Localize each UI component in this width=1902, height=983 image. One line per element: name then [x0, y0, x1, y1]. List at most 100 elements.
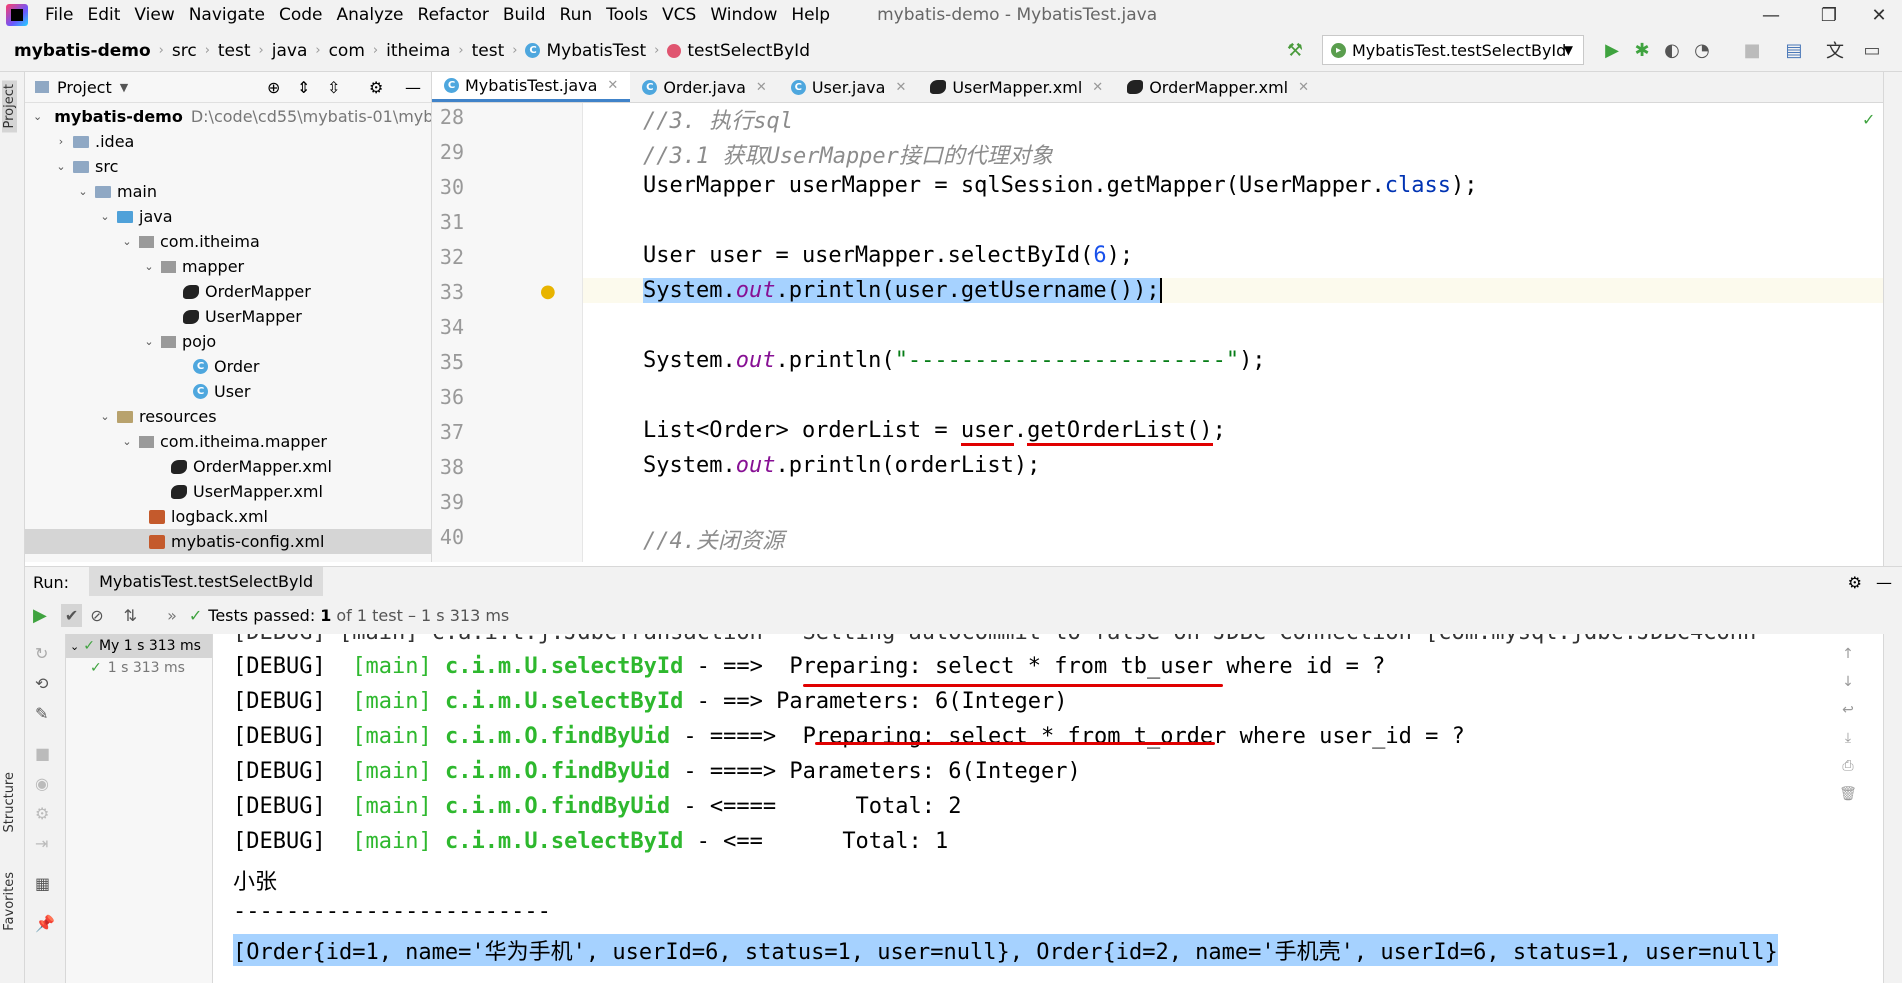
chevron-down-icon[interactable]: ⌄	[121, 435, 133, 448]
profile-icon[interactable]: ◔	[1692, 40, 1712, 61]
tab-mybatistest-java[interactable]: C MybatisTest.java ✕	[432, 72, 631, 102]
menu-window[interactable]: Window	[703, 5, 784, 25]
close-window-icon[interactable]: ✕	[1856, 0, 1902, 30]
tree-item-idea[interactable]: › .idea	[25, 129, 431, 154]
tree-item-resources[interactable]: ⌄ resources	[25, 404, 431, 429]
breadcrumb-test[interactable]: test	[214, 41, 255, 61]
menu-tools[interactable]: Tools	[599, 5, 655, 25]
gear-icon[interactable]: ⚙	[1848, 573, 1862, 592]
run-configuration-select[interactable]: ▸ MybatisTest.testSelectById ▼	[1322, 35, 1584, 65]
menu-help[interactable]: Help	[784, 5, 837, 25]
project-structure-icon[interactable]: ▤	[1784, 40, 1804, 61]
tab-order-java[interactable]: C Order.java ✕	[630, 72, 779, 102]
breadcrumb-java[interactable]: java	[268, 41, 312, 61]
sort-icon[interactable]: ⇅	[124, 606, 137, 625]
breadcrumb-project[interactable]: mybatis-demo	[0, 41, 155, 61]
camera-icon[interactable]: ◉	[35, 774, 49, 793]
chevron-down-icon[interactable]: ⌄	[55, 160, 67, 173]
breadcrumb-src[interactable]: src	[168, 41, 201, 61]
close-icon[interactable]: ✕	[607, 78, 618, 93]
close-icon[interactable]: ✕	[756, 80, 767, 95]
tree-item-ordermapper-xml[interactable]: OrderMapper.xml	[25, 454, 431, 479]
chevron-down-icon[interactable]: ⌄	[143, 335, 155, 348]
stop-icon[interactable]: ■	[35, 744, 50, 763]
show-passed-icon[interactable]: ✔	[60, 603, 83, 627]
menu-file[interactable]: File	[38, 5, 80, 25]
breadcrumb-class[interactable]: C MybatisTest	[521, 41, 650, 61]
soft-wrap-icon[interactable]: ↩	[1838, 696, 1858, 724]
toggle-auto-test-icon[interactable]: ⟲	[35, 674, 48, 693]
tree-item-ordermapper[interactable]: OrderMapper	[25, 279, 431, 304]
test-tree-root[interactable]: ⌄ ✓ My 1 s 313 ms	[66, 634, 212, 658]
more-icon[interactable]: »	[167, 606, 177, 625]
project-tool-tab[interactable]: Project	[2, 80, 17, 133]
debug-bug-icon[interactable]: ✱	[1632, 40, 1652, 61]
scroll-up-icon[interactable]: ↑	[1838, 640, 1858, 668]
menu-code[interactable]: Code	[272, 5, 330, 25]
pin-icon[interactable]: 📌	[35, 914, 55, 933]
chevron-right-icon[interactable]: ›	[55, 135, 67, 148]
collapse-all-icon[interactable]: ⇳	[327, 78, 340, 97]
layout-icon[interactable]: ▦	[35, 874, 50, 893]
gear-icon[interactable]: ⚙	[369, 78, 383, 97]
close-icon[interactable]: ✕	[1298, 80, 1309, 95]
tree-item-usermapper[interactable]: UserMapper	[25, 304, 431, 329]
menu-view[interactable]: View	[127, 5, 181, 25]
code-editor[interactable]	[583, 103, 1883, 562]
run-tab[interactable]: MybatisTest.testSelectByld	[89, 567, 324, 597]
menu-vcs[interactable]: VCS	[655, 5, 703, 25]
tab-usermapper-xml[interactable]: UserMapper.xml ✕	[918, 72, 1115, 102]
tree-item-java[interactable]: ⌄ java	[25, 204, 431, 229]
tab-ordermapper-xml[interactable]: OrderMapper.xml ✕	[1115, 72, 1321, 102]
minimize-icon[interactable]: —	[1748, 0, 1794, 30]
chevron-down-icon[interactable]: ⌄	[143, 260, 155, 273]
breadcrumb-com[interactable]: com	[325, 41, 369, 61]
tree-item-logback-xml[interactable]: logback.xml	[25, 504, 431, 529]
locate-icon[interactable]: ⊕	[267, 78, 280, 97]
breadcrumb-method[interactable]: testSelectById	[663, 41, 814, 61]
scroll-to-end-icon[interactable]: ⤓	[1838, 724, 1858, 752]
menu-build[interactable]: Build	[496, 5, 553, 25]
menu-navigate[interactable]: Navigate	[182, 5, 272, 25]
test-tree-child[interactable]: ✓ 1 s 313 ms	[90, 660, 185, 676]
intention-bulb-icon[interactable]: ●	[540, 281, 556, 302]
hide-panel-icon[interactable]: —	[405, 78, 421, 97]
settings-icon[interactable]: ⚙	[35, 804, 49, 823]
clear-trash-icon[interactable]: 🗑	[1838, 780, 1858, 808]
chevron-down-icon[interactable]: ⌄	[99, 210, 111, 223]
tree-item-com-itheima-mapper[interactable]: ⌄ com.itheima.mapper	[25, 429, 431, 454]
build-hammer-icon[interactable]: ⚒	[1285, 40, 1305, 61]
rerun-failed-icon[interactable]: ↻	[35, 644, 48, 663]
tree-item-project-root[interactable]: ⌄ mybatis-demo D:\code\cd55\mybatis-01\myb…	[25, 104, 431, 129]
menu-edit[interactable]: Edit	[80, 5, 127, 25]
rerun-icon[interactable]: ▶	[33, 605, 47, 626]
tree-item-pojo[interactable]: ⌄ pojo	[25, 329, 431, 354]
wrench-icon[interactable]: ✎	[35, 704, 48, 723]
tree-item-main[interactable]: ⌄ main	[25, 179, 431, 204]
tree-item-mapper[interactable]: ⌄ mapper	[25, 254, 431, 279]
chevron-down-icon[interactable]: ⌄	[121, 235, 133, 248]
hide-panel-icon[interactable]: —	[1876, 573, 1892, 592]
tree-item-src[interactable]: ⌄ src	[25, 154, 431, 179]
scroll-down-icon[interactable]: ↓	[1838, 668, 1858, 696]
restore-icon[interactable]: ❐	[1806, 0, 1852, 30]
expand-all-icon[interactable]: ⇕	[297, 78, 310, 97]
chevron-down-icon[interactable]: ⌄	[70, 640, 79, 653]
chevron-down-icon[interactable]: ▼	[120, 81, 128, 94]
menu-refactor[interactable]: Refactor	[411, 5, 496, 25]
breadcrumb-test-pkg[interactable]: test	[468, 41, 509, 61]
tree-item-com-itheima[interactable]: ⌄ com.itheima	[25, 229, 431, 254]
exit-icon[interactable]: ⇥	[35, 834, 48, 853]
tab-user-java[interactable]: C User.java ✕	[779, 72, 919, 102]
show-ignored-icon[interactable]: ⊘	[90, 606, 103, 625]
menu-run[interactable]: Run	[553, 5, 600, 25]
stop-icon[interactable]: ■	[1742, 40, 1762, 61]
tree-item-mybatis-config-xml[interactable]: mybatis-config.xml	[25, 529, 431, 554]
menu-analyze[interactable]: Analyze	[330, 5, 411, 25]
run-icon[interactable]: ▶	[1602, 40, 1622, 61]
favorites-tool-tab[interactable]: Favorites	[2, 872, 17, 931]
project-panel-title[interactable]: Project	[57, 78, 112, 97]
coverage-icon[interactable]: ◐	[1662, 40, 1682, 61]
close-icon[interactable]: ✕	[1092, 80, 1103, 95]
structure-tool-tab[interactable]: Structure	[2, 772, 17, 832]
